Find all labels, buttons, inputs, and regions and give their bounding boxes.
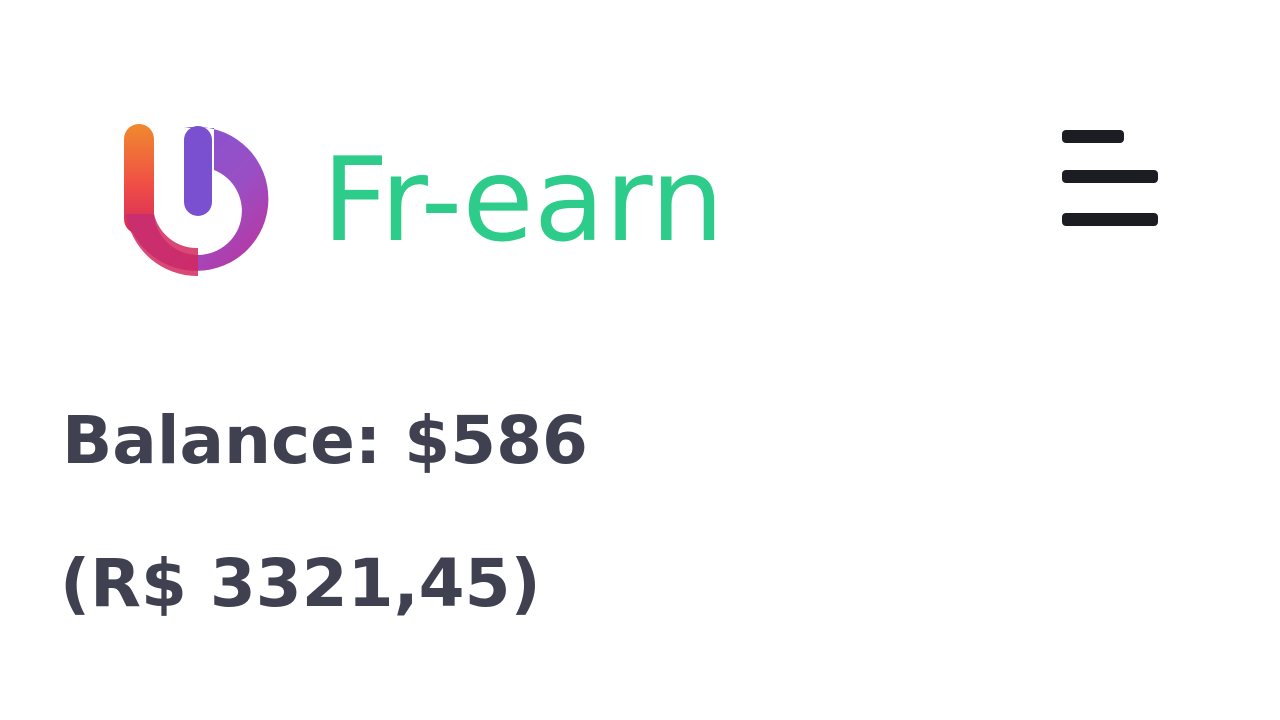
menu-line-icon bbox=[1062, 170, 1158, 183]
brand[interactable]: Fr-earn bbox=[118, 118, 724, 283]
brand-name: Fr-earn bbox=[322, 132, 725, 268]
balance-text: Balance: $586 bbox=[62, 402, 588, 479]
menu-line-icon bbox=[1062, 130, 1124, 143]
site-header: Fr-earn bbox=[0, 0, 1280, 300]
hamburger-menu-button[interactable] bbox=[1056, 124, 1164, 234]
balance-local-currency-text: (R$ 3321,45) bbox=[60, 545, 541, 622]
fr-earn-logo-icon bbox=[124, 124, 269, 277]
menu-line-icon bbox=[1062, 213, 1158, 226]
